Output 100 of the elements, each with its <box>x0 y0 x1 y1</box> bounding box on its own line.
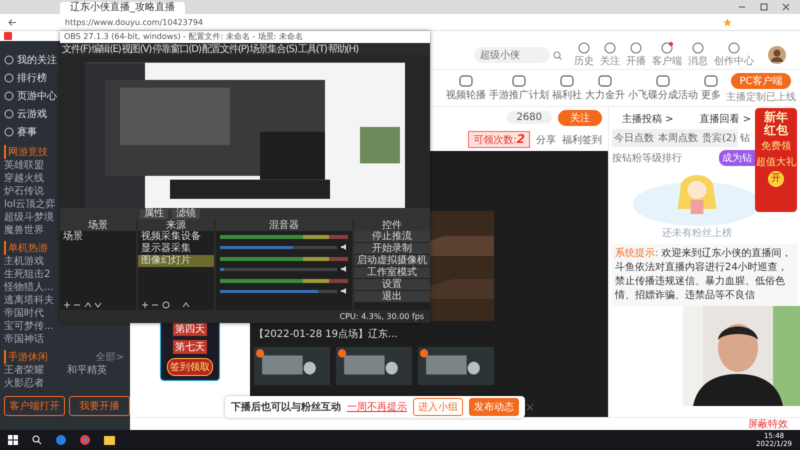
sidebar-button[interactable]: 我要开播 <box>69 396 130 416</box>
follow-button[interactable]: 关注 <box>558 110 602 126</box>
game-link[interactable]: 帝国神话 <box>4 333 44 346</box>
volume-slider[interactable] <box>220 246 337 249</box>
menu-item[interactable]: 配置文件(P) <box>202 42 249 56</box>
game-link[interactable]: 怪物猎人... <box>4 281 54 294</box>
sidebar-item[interactable]: 页游中心 <box>4 87 57 105</box>
control-button[interactable]: 退出 <box>354 291 430 304</box>
control-button[interactable]: 停止推流 <box>354 231 430 244</box>
video-title[interactable]: 【2022-01-28 19点场】辽东... <box>254 327 398 341</box>
menu-item[interactable]: 帮助(H) <box>328 42 358 56</box>
share-link[interactable]: 分享 <box>536 132 556 147</box>
menu-item[interactable]: 视图(V) <box>122 42 152 56</box>
volume-slider[interactable] <box>220 290 337 293</box>
volume-slider[interactable] <box>220 268 337 271</box>
window-title: OBS 27.1.3 (64-bit, windows) - 配置文件: 未命名 - 场景: 未命名 <box>64 31 304 42</box>
add-remove-icon[interactable] <box>63 301 103 310</box>
nav-link[interactable]: 更多 <box>701 74 721 102</box>
game-link[interactable]: 帝国时代 <box>4 307 44 320</box>
menu-item[interactable]: 文件(F) <box>62 42 91 56</box>
menu-item[interactable]: 编辑(E) <box>92 42 121 56</box>
control-button[interactable]: 工作室模式 <box>354 267 430 280</box>
menu-item[interactable]: 场景集合(S) <box>250 42 297 56</box>
control-button[interactable]: 设置 <box>354 279 430 292</box>
rank-tab[interactable]: 今日点数 <box>612 129 656 147</box>
speaker-icon[interactable] <box>340 265 348 274</box>
checkin-link[interactable]: 福利签到 <box>562 132 602 147</box>
source-item[interactable]: 显示器采集 <box>138 243 214 256</box>
header-link[interactable]: 客户端 <box>652 42 682 68</box>
pc-client-button[interactable]: PC客户端 <box>731 72 790 88</box>
toolbar-button[interactable]: 滤镜 <box>172 209 200 220</box>
game-link[interactable]: 主机游戏 <box>4 255 44 268</box>
game-link[interactable]: 穿越火线 <box>4 172 44 185</box>
sidebar-item[interactable]: 云游戏 <box>4 105 47 123</box>
speaker-icon[interactable] <box>340 287 348 296</box>
back-icon[interactable] <box>8 18 17 26</box>
game-link[interactable]: lol云顶之弈 <box>4 198 56 211</box>
speaker-icon[interactable] <box>340 243 348 252</box>
become-fan-button[interactable]: 成为钻 <box>719 150 755 166</box>
rank-tab[interactable]: 本周点数 <box>656 129 700 147</box>
sidebar-item[interactable]: 我的关注 <box>4 51 57 69</box>
join-group-button[interactable]: 进入小组 <box>413 398 463 416</box>
game-link[interactable]: 超级斗梦境 <box>4 211 54 224</box>
game-link[interactable]: 火影忍者 <box>4 377 44 390</box>
control-button[interactable]: 启动虚拟摄像机 <box>354 255 430 268</box>
circle-icon <box>4 73 14 83</box>
circle-icon <box>630 42 642 54</box>
post-button[interactable]: 发布动态 <box>469 398 519 416</box>
control-button[interactable]: 开始录制 <box>354 243 430 256</box>
header-link[interactable]: 关注 <box>600 42 620 68</box>
game-link[interactable]: 宝可梦传... <box>4 320 54 333</box>
restore-icon[interactable] <box>760 3 768 11</box>
nav-link[interactable]: 视频轮播 <box>446 74 486 102</box>
sidebar-item[interactable]: 排行榜 <box>4 69 47 87</box>
game-link[interactable]: 逃离塔科夫 <box>4 294 54 307</box>
star-icon[interactable] <box>723 18 732 26</box>
game-link[interactable]: 和平精英 <box>67 364 107 377</box>
game-link[interactable]: 生死狙击2 <box>4 268 50 281</box>
scene-item[interactable]: 场景 <box>60 231 136 244</box>
source-item[interactable]: 视频采集设备 <box>138 231 214 244</box>
address-field[interactable]: https://www.douyu.com/10423794 <box>65 18 204 26</box>
header-link[interactable]: 开播 <box>626 42 646 68</box>
header-link[interactable]: 创作中心 <box>714 42 754 68</box>
add-remove-icon[interactable] <box>141 301 191 310</box>
game-link[interactable]: 王者荣耀 <box>4 364 44 377</box>
browser-icon[interactable] <box>56 435 66 445</box>
menu-item[interactable]: 停靠窗口(D) <box>152 42 201 56</box>
header-link[interactable]: 消息 <box>688 42 708 68</box>
game-link[interactable]: 炉石传说 <box>4 185 44 198</box>
nav-link[interactable]: 手游推广计划 <box>489 74 549 102</box>
panel-link[interactable]: 主播投稿 > <box>622 112 674 126</box>
status-text: CPU: 4.3%, 30.00 fps <box>340 312 424 322</box>
toolbar-button[interactable]: 属性 <box>140 209 168 220</box>
start-icon[interactable] <box>8 435 18 445</box>
rank-tab[interactable]: 钻 <box>738 129 752 147</box>
nav-link[interactable]: 福利社 <box>552 74 582 102</box>
checkin-button[interactable]: 签到领取 <box>167 358 213 376</box>
panel-link[interactable]: 直播回看 > <box>700 112 752 126</box>
effects-toggle[interactable]: 屏蔽特效 <box>748 417 788 431</box>
source-item[interactable]: 图像幻灯片 <box>138 255 214 268</box>
search-field[interactable]: 超级小侠 <box>474 47 550 63</box>
menu-item[interactable]: 工具(T) <box>298 42 327 56</box>
open-button[interactable]: 开 <box>768 171 784 187</box>
sidebar-button[interactable]: 客户端打开 <box>4 396 65 416</box>
envelope-ad[interactable]: 新年红包 免费领 超值大礼 开 <box>755 108 797 212</box>
search-icon[interactable] <box>32 435 42 445</box>
dismiss-link[interactable]: 一周不再提示 <box>347 400 407 414</box>
header-link[interactable]: 历史 <box>574 42 594 68</box>
folder-icon[interactable] <box>104 436 115 444</box>
sidebar-item[interactable]: 赛事 <box>4 123 37 141</box>
all-link[interactable]: 全部> <box>96 350 124 364</box>
close-icon[interactable] <box>782 3 790 11</box>
nav-link[interactable]: 大力金升 <box>585 74 625 102</box>
browser-tab[interactable]: 辽东小侠直播_攻略直播 <box>60 2 185 14</box>
rank-tab[interactable]: 贵宾(2) <box>700 129 738 147</box>
nav-link[interactable]: 小飞碟分成活动 <box>628 74 698 102</box>
game-link[interactable]: 魔兽世界 <box>4 224 44 237</box>
claims-badge[interactable]: 可领次数:2 <box>468 131 530 148</box>
game-link[interactable]: 英雄联盟 <box>4 159 44 172</box>
avatar-icon[interactable] <box>768 46 786 64</box>
